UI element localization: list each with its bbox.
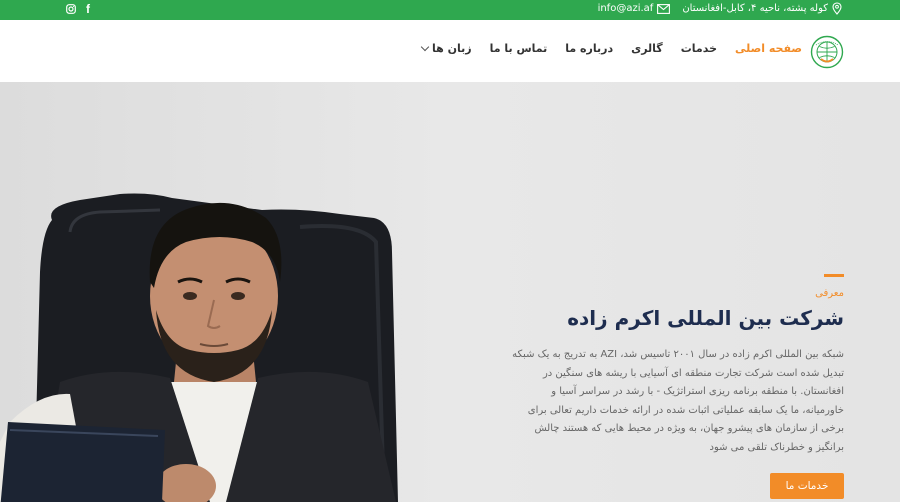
facebook-icon[interactable]: f [86,2,90,16]
chevron-down-icon [420,42,430,51]
nav-about[interactable]: درباره ما [565,42,613,55]
envelope-icon [657,3,671,14]
nav-services[interactable]: خدمات [681,42,717,55]
hero-title: شرکت بین المللی اکرم زاده [567,306,844,330]
nav-gallery[interactable]: گالری [631,42,663,55]
address-text: کوله پشته، ناحیه ۴، کابل-افغانستان [682,3,828,14]
nav-home[interactable]: صفحه اصلی [735,42,802,55]
location-pin-icon [832,2,842,15]
hero-portrait-image [0,82,460,502]
social-links: f [66,2,90,16]
contact-info: کوله پشته، ناحیه ۴، کابل-افغانستان info@… [598,2,842,15]
nav-languages-dropdown[interactable]: زبان ها [420,42,472,55]
main-navbar: صفحه اصلی خدمات گالری درباره ما تماس با … [0,20,900,82]
hero-content: معرفی شرکت بین المللی اکرم زاده شبکه بین… [510,82,844,502]
our-services-button[interactable]: خدمات ما [770,473,844,499]
email-item[interactable]: info@azi.af [598,3,671,14]
hero-eyebrow: معرفی [815,288,844,299]
hero-description: شبکه بین المللی اکرم زاده در سال ۲۰۰۱ تا… [512,349,844,453]
main-menu: صفحه اصلی خدمات گالری درباره ما تماس با … [420,42,802,55]
top-bar: f کوله پشته، ناحیه ۴، کابل-افغانستان inf… [0,0,900,20]
company-logo[interactable] [810,35,844,69]
instagram-icon[interactable] [66,4,76,14]
hero-section: معرفی شرکت بین المللی اکرم زاده شبکه بین… [0,82,900,502]
address-item: کوله پشته، ناحیه ۴، کابل-افغانستان [682,2,842,15]
email-text[interactable]: info@azi.af [598,3,654,14]
accent-divider [824,274,844,277]
nav-contact[interactable]: تماس با ما [490,42,548,55]
